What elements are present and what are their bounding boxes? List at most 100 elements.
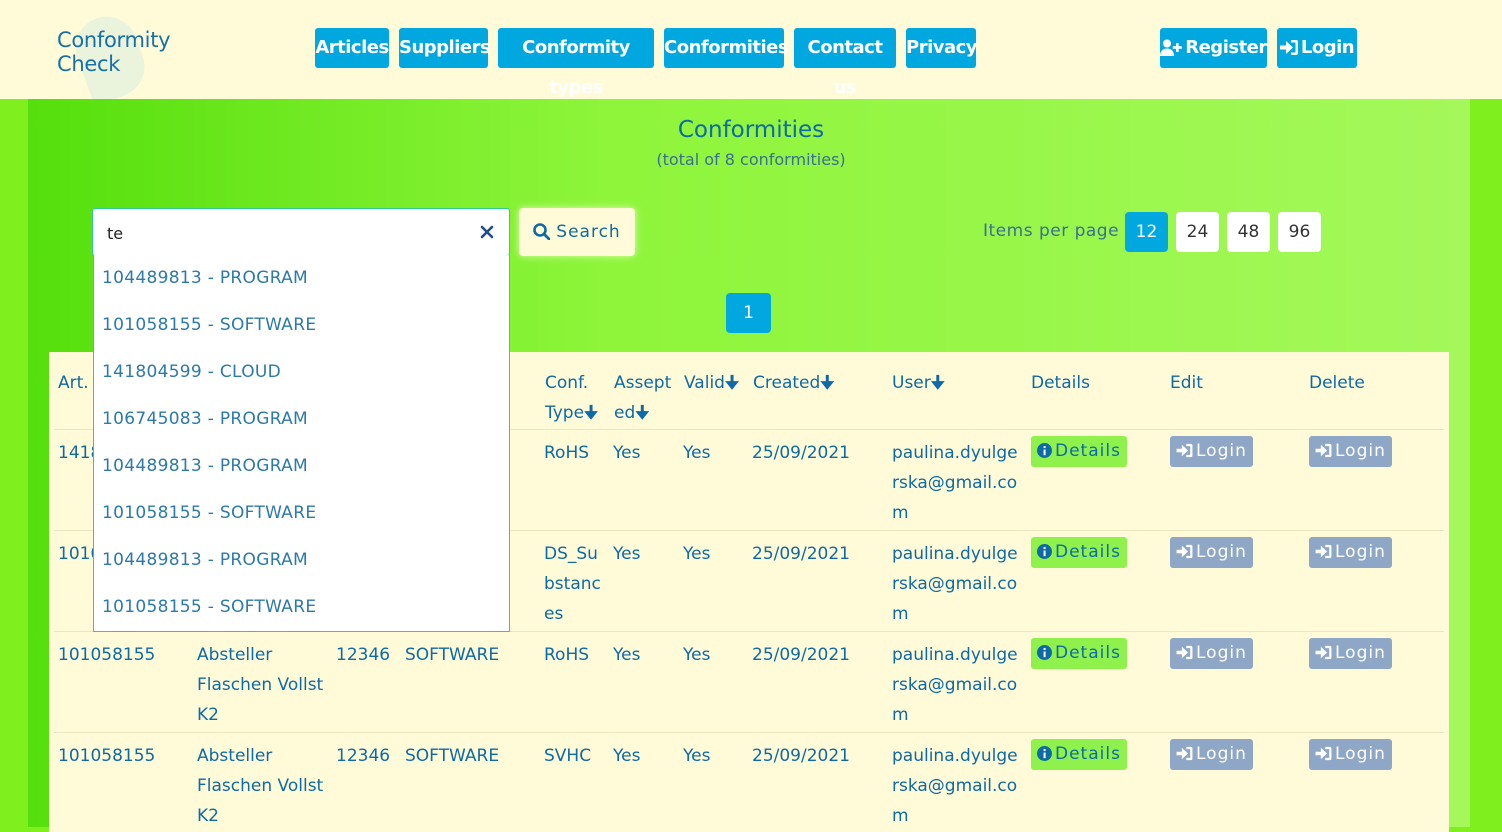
- table-row: 101058155 Absteller Flaschen Vollst K2 123…: [54, 631, 1444, 731]
- cell-article-name: Absteller Flaschen Vollst K2: [197, 746, 324, 826]
- header-user-text: User: [892, 373, 931, 393]
- cell-article-name: Absteller Flaschen Vollst K2: [197, 645, 324, 725]
- sort-down-icon: 🠋: [635, 403, 650, 423]
- header-user[interactable]: User🠋: [892, 368, 945, 398]
- autocomplete-option[interactable]: 104489813 - PROGRAM: [102, 550, 308, 570]
- page-title: Conformities: [677, 117, 825, 143]
- register-button[interactable]: Register: [1160, 28, 1267, 68]
- delete-login-button[interactable]: Login: [1309, 739, 1392, 770]
- close-icon[interactable]: [479, 224, 495, 240]
- nav-conformities[interactable]: Conformities: [664, 28, 789, 68]
- edit-button-label: Login: [1196, 744, 1247, 764]
- pagination-page-1[interactable]: 1: [726, 293, 771, 333]
- nav-contact-us[interactable]: Contact us: [794, 28, 896, 98]
- header-art[interactable]: Art.: [58, 368, 89, 398]
- cell-art: 101058155: [58, 746, 156, 766]
- header-created[interactable]: Created🠋: [753, 368, 834, 398]
- cell-user: paulina.dyulgerska@gmail.com: [892, 443, 1018, 523]
- sign-in-icon: [1176, 544, 1193, 559]
- details-button[interactable]: Details: [1031, 739, 1127, 770]
- info-circle-icon: [1037, 544, 1052, 559]
- autocomplete-option[interactable]: 104489813 - PROGRAM: [102, 268, 308, 288]
- sign-in-icon: [1176, 746, 1193, 761]
- edit-button-label: Login: [1196, 643, 1247, 663]
- delete-login-button[interactable]: Login: [1309, 436, 1392, 467]
- cell-valid: Yes: [683, 645, 711, 665]
- edit-login-button[interactable]: Login: [1170, 739, 1253, 770]
- items-per-page-12[interactable]: 12: [1125, 212, 1168, 252]
- items-per-page-48[interactable]: 48: [1227, 212, 1270, 252]
- header-assepted-line1: Assept: [614, 373, 672, 393]
- header-delete: Delete: [1309, 373, 1365, 393]
- header-valid[interactable]: Valid🠋: [684, 368, 739, 398]
- table-row: 101058155 Absteller Flaschen Vollst K2 123…: [54, 732, 1444, 832]
- cell-created: 25/09/2021: [752, 645, 850, 665]
- delete-button-label: Login: [1335, 542, 1386, 562]
- autocomplete-option[interactable]: 104489813 - PROGRAM: [102, 456, 308, 476]
- items-per-page-24[interactable]: 24: [1176, 212, 1219, 252]
- sign-in-icon: [1279, 40, 1298, 55]
- cell-supplier-code: 12346: [336, 746, 391, 766]
- info-circle-icon: [1037, 746, 1052, 761]
- delete-button-label: Login: [1335, 643, 1386, 663]
- details-button[interactable]: Details: [1031, 436, 1127, 467]
- nav-privacy[interactable]: Privacy: [906, 28, 978, 68]
- login-button[interactable]: Login: [1277, 28, 1357, 68]
- cell-created: 25/09/2021: [752, 746, 850, 766]
- details-button-label: Details: [1055, 744, 1121, 764]
- details-button[interactable]: Details: [1031, 537, 1127, 568]
- autocomplete-option[interactable]: 141804599 - CLOUD: [102, 362, 281, 382]
- brand-logo[interactable]: Conformity Check: [57, 7, 187, 107]
- header-created-text: Created: [753, 373, 821, 393]
- cell-valid: Yes: [683, 443, 711, 463]
- header-conf-type[interactable]: Conf. Type🠋: [545, 368, 598, 428]
- logo-line1: Conformity: [57, 28, 171, 52]
- header-assepted[interactable]: Assept ed🠋: [614, 368, 671, 428]
- nav-conformity-types[interactable]: Conformity types: [498, 28, 654, 98]
- edit-button-label: Login: [1196, 542, 1247, 562]
- top-navbar: Conformity Check Articles Suppliers Conf…: [0, 0, 1502, 107]
- edit-login-button[interactable]: Login: [1170, 436, 1253, 467]
- delete-login-button[interactable]: Login: [1309, 638, 1392, 669]
- cell-user: paulina.dyulgerska@gmail.com: [892, 746, 1018, 826]
- edit-login-button[interactable]: Login: [1170, 638, 1253, 669]
- header-assepted-text: ed: [614, 403, 636, 423]
- edit-button-label: Login: [1196, 441, 1247, 461]
- header-edit: Edit: [1170, 373, 1203, 393]
- sort-down-icon: 🠋: [724, 373, 740, 393]
- sign-in-icon: [1176, 645, 1193, 660]
- details-button[interactable]: Details: [1031, 638, 1127, 669]
- edit-login-button[interactable]: Login: [1170, 537, 1253, 568]
- details-button-label: Details: [1055, 441, 1121, 461]
- sort-down-icon: 🠋: [820, 373, 835, 393]
- autocomplete-option[interactable]: 101058155 - SOFTWARE: [102, 315, 316, 335]
- autocomplete-option[interactable]: 106745083 - PROGRAM: [102, 409, 308, 429]
- items-per-page-96[interactable]: 96: [1278, 212, 1321, 252]
- user-plus-icon: [1160, 39, 1183, 56]
- sort-down-icon: 🠋: [930, 373, 945, 393]
- delete-login-button[interactable]: Login: [1309, 537, 1392, 568]
- cell-assepted: Yes: [613, 544, 641, 564]
- details-button-label: Details: [1055, 542, 1121, 562]
- nav-suppliers[interactable]: Suppliers: [399, 28, 491, 68]
- cell-assepted: Yes: [613, 443, 641, 463]
- header-valid-text: Valid: [684, 373, 725, 393]
- cell-valid: Yes: [683, 544, 711, 564]
- sign-in-icon: [1315, 544, 1332, 559]
- cell-supplier-code: 12346: [336, 645, 391, 665]
- sign-in-icon: [1315, 746, 1332, 761]
- sign-in-icon: [1315, 443, 1332, 458]
- autocomplete-dropdown: 104489813 - PROGRAM 101058155 - SOFTWARE…: [93, 255, 510, 632]
- logo-line2: Check: [57, 52, 121, 76]
- search-input[interactable]: [105, 209, 469, 257]
- nav-articles[interactable]: Articles: [315, 28, 389, 68]
- search-button[interactable]: Search: [519, 208, 635, 256]
- info-circle-icon: [1037, 443, 1052, 458]
- search-field[interactable]: [92, 208, 510, 257]
- cell-conf-type: RoHS: [544, 645, 590, 665]
- register-label: Register: [1185, 37, 1267, 58]
- cell-user: paulina.dyulgerska@gmail.com: [892, 645, 1018, 725]
- autocomplete-option[interactable]: 101058155 - SOFTWARE: [102, 503, 316, 523]
- autocomplete-option[interactable]: 101058155 - SOFTWARE: [102, 597, 316, 617]
- header-conf-type-line2: Type🠋: [545, 398, 598, 428]
